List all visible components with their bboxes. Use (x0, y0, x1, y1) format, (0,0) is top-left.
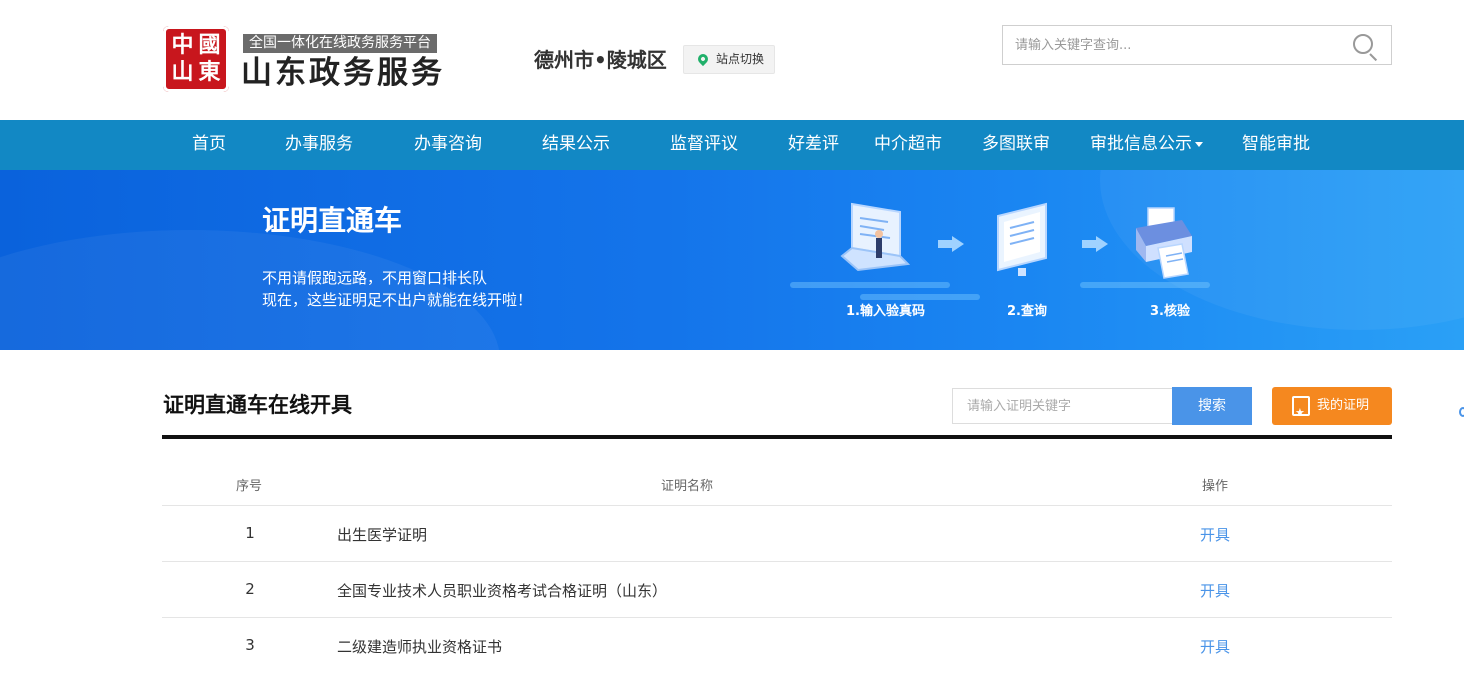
row-number: 2 (245, 580, 255, 598)
site-title[interactable]: 山东政务服务 (241, 54, 445, 92)
banner-subtitle: 不用请假跑远路，不用窗口排长队 现在，这些证明足不出户就能在线开啦！ (262, 267, 532, 311)
nav-item-agency-market[interactable]: 中介超市 (874, 120, 942, 170)
table-row: 2 全国专业技术人员职业资格考试合格证明（山东） 开具 (162, 561, 1392, 617)
nav-item-supervision[interactable]: 监督评议 (670, 120, 738, 170)
banner-subtitle-line: 现在，这些证明足不出户就能在线开啦！ (262, 291, 533, 309)
nav-item-smart-approval[interactable]: 智能审批 (1242, 120, 1310, 170)
my-certificates-label: 我的证明 (1317, 398, 1370, 413)
certificate-icon (1292, 394, 1310, 432)
chevron-down-icon (1195, 141, 1203, 147)
column-header-number: 序号 (236, 479, 263, 494)
certificate-search-button[interactable]: 搜索 (1172, 387, 1252, 425)
certificate-search-input[interactable] (952, 388, 1173, 424)
laptop-icon (840, 202, 910, 272)
nav-item-results[interactable]: 结果公示 (542, 120, 610, 170)
region-name: 德州市•陵城区 (534, 48, 667, 72)
nav-item-rating[interactable]: 好差评 (788, 120, 839, 170)
seal-char: 山 (171, 59, 194, 85)
platform-tag: 全国一体化在线政务服务平台 (243, 34, 437, 53)
arrow-right-icon (938, 236, 964, 252)
main-nav: 首页 办事服务 办事咨询 结果公示 监督评议 好差评 中介超市 多图联审 审批信… (0, 120, 1464, 170)
issue-link[interactable]: 开具 (1200, 580, 1230, 601)
header-search (1002, 25, 1392, 65)
row-number: 3 (245, 636, 255, 654)
hero-banner: 证明直通车 不用请假跑远路，不用窗口排长队 现在，这些证明足不出户就能在线开啦！ (0, 170, 1464, 350)
arrow-right-icon (1082, 236, 1108, 252)
nav-item-joint-review[interactable]: 多图联审 (982, 120, 1050, 170)
my-certificates-button[interactable]: 我的证明 (1272, 387, 1392, 432)
banner-streak (790, 282, 950, 288)
section-title: 证明直通车在线开具 (163, 393, 352, 417)
table-row: 1 出生医学证明 开具 (162, 505, 1392, 561)
column-header-action: 操作 (1202, 479, 1229, 494)
nav-item-approval-info[interactable]: 审批信息公示 (1090, 120, 1203, 170)
site-switch-button[interactable]: 站点切换 (683, 45, 775, 74)
certificate-name: 全国专业技术人员职业资格考试合格证明（山东） (337, 582, 668, 600)
seal-char: 國 (198, 32, 221, 58)
monitor-icon (997, 202, 1047, 276)
header-search-input[interactable] (1003, 26, 1333, 64)
certificate-name: 二级建造师执业资格证书 (337, 638, 503, 656)
banner-title: 证明直通车 (262, 204, 403, 237)
table-row: 3 二级建造师执业资格证书 开具 (162, 617, 1392, 673)
printer-icon (1136, 207, 1192, 279)
step-label: 3.核验 (1150, 304, 1190, 319)
nav-item-consult[interactable]: 办事咨询 (414, 120, 482, 170)
site-switch-label: 站点切换 (716, 52, 765, 66)
banner-streak (1080, 282, 1210, 288)
seal-logo-icon[interactable]: 中 國 山 東 (163, 26, 229, 92)
issue-link[interactable]: 开具 (1200, 636, 1230, 657)
column-header-name: 证明名称 (661, 479, 714, 494)
side-float-icon[interactable] (1459, 407, 1464, 417)
location-pin-icon (695, 51, 711, 67)
row-number: 1 (245, 524, 255, 542)
nav-item-approval-info-label: 审批信息公示 (1090, 134, 1192, 154)
seal-char: 中 (171, 32, 194, 58)
issue-link[interactable]: 开具 (1200, 524, 1230, 545)
search-icon[interactable] (1353, 34, 1373, 54)
certificate-name: 出生医学证明 (337, 526, 428, 544)
nav-item-home[interactable]: 首页 (192, 120, 226, 170)
step-label: 1.输入验真码 (846, 304, 925, 319)
banner-subtitle-line: 不用请假跑远路，不用窗口排长队 (262, 269, 488, 287)
site-header: 中 國 山 東 全国一体化在线政务服务平台 山东政务服务 德州市•陵城区 站点切… (0, 0, 1464, 120)
section-divider (162, 435, 1392, 439)
step-label: 2.查询 (1007, 304, 1047, 319)
nav-item-services[interactable]: 办事服务 (285, 120, 353, 170)
seal-char: 東 (198, 59, 221, 85)
